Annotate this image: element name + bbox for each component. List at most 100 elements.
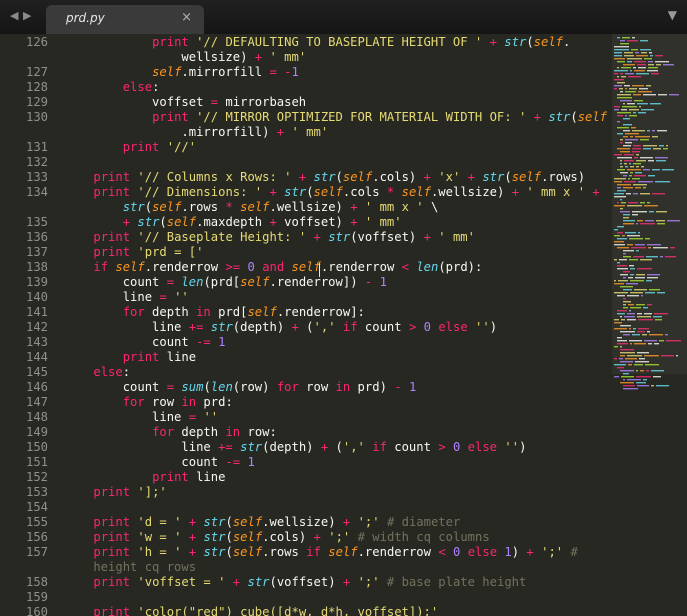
code-line[interactable]: print '// Dimensions: ' + str(self.cols … — [64, 185, 600, 200]
code-token: ) — [511, 545, 527, 559]
code-line[interactable]: for depth in row: — [64, 425, 277, 440]
code-token: ' mm x ' — [526, 185, 586, 199]
close-tab-icon[interactable]: × — [181, 10, 192, 25]
code-line[interactable]: height cq rows — [64, 560, 196, 575]
code-token: '' — [203, 410, 219, 424]
code-token: 0 — [247, 260, 255, 274]
code-token: if — [93, 260, 109, 274]
code-line[interactable]: else: — [64, 80, 160, 95]
code-line[interactable]: for depth in prd[self.renderrow]: — [64, 305, 365, 320]
code-token: self — [240, 275, 270, 289]
code-token: row — [144, 395, 182, 409]
code-line[interactable]: count = len(prd[self.renderrow]) - 1 — [64, 275, 387, 290]
code-line[interactable]: line += str(depth) + (',' if count > 0 e… — [64, 440, 526, 455]
code-token: for — [276, 380, 299, 394]
code-line[interactable]: print '// DEFAULTING TO BASEPLATE HEIGHT… — [64, 35, 570, 50]
code-line[interactable]: line += str(depth) + (',' if count > 0 e… — [64, 320, 497, 335]
code-line[interactable]: print '// MIRROR OPTIMIZED FOR MATERIAL … — [64, 110, 607, 125]
nav-back-icon[interactable]: ◀ — [10, 8, 18, 24]
code-area[interactable]: print '// DEFAULTING TO BASEPLATE HEIGHT… — [64, 34, 612, 616]
tab-prd-py[interactable]: prd.py × — [46, 5, 204, 34]
code-token: ( — [144, 200, 153, 214]
code-token: 'x' — [438, 170, 461, 184]
code-line[interactable]: print 'h = ' + str(self.rows if self.ren… — [64, 545, 577, 560]
code-line[interactable]: print line — [64, 350, 196, 365]
code-line[interactable]: wellsize) + ' mm' — [64, 50, 306, 65]
code-token: if — [306, 545, 321, 559]
code-line[interactable]: count -= 1 — [64, 455, 255, 470]
code-token: self — [232, 515, 263, 529]
code-token: print — [93, 185, 131, 199]
code-line[interactable]: print '];' — [64, 485, 167, 500]
code-token: + — [122, 215, 131, 229]
line-number: 136 — [25, 230, 48, 244]
code-token: row — [298, 380, 336, 394]
code-line[interactable]: else: — [64, 365, 130, 380]
code-token: else — [467, 545, 498, 559]
code-token: '// MIRROR OPTIMIZED FOR MATERIAL WIDTH … — [196, 110, 527, 124]
code-line[interactable]: count = sum(len(row) for row in prd) - 1 — [64, 380, 417, 395]
code-token: str — [240, 440, 263, 454]
code-token: + — [350, 200, 358, 214]
code-token: str — [284, 185, 307, 199]
nav-forward-icon[interactable]: ▶ — [23, 8, 31, 24]
code-token: + — [533, 110, 541, 124]
code-line[interactable]: print 'prd = [' — [64, 245, 203, 260]
minimap-viewport[interactable] — [612, 34, 687, 374]
line-number: 142 — [25, 320, 48, 334]
minimap-stroke — [621, 376, 634, 378]
code-line[interactable]: + str(self.maxdepth + voffset) + ' mm' — [64, 215, 402, 230]
code-token: print — [93, 230, 131, 244]
code-token: < — [438, 545, 446, 559]
code-line[interactable]: line = '' — [64, 290, 189, 305]
code-token: = — [159, 290, 167, 304]
code-token: ( — [298, 320, 314, 334]
code-line[interactable]: print '// Baseplate Height: ' + str(voff… — [64, 230, 475, 245]
code-line[interactable]: print 'w = ' + str(self.cols) + ';' # wi… — [64, 530, 489, 545]
code-token: ( — [570, 110, 578, 124]
code-token: len — [181, 275, 204, 289]
code-line[interactable]: .mirrorfill) + ' mm' — [64, 125, 328, 140]
code-line[interactable]: for row in prd: — [64, 395, 233, 410]
code-editor[interactable]: 126 127 128 129 130 131 132 133 134 135 136 137 138 1… — [0, 34, 612, 616]
code-token: + — [592, 185, 600, 199]
code-line[interactable]: print '//' — [64, 140, 196, 155]
line-number: 130 — [25, 110, 48, 124]
code-token: ',' — [342, 440, 365, 454]
line-number: 128 — [25, 80, 48, 94]
code-token: 1 — [247, 455, 255, 469]
code-token: prd[ — [210, 305, 248, 319]
code-line[interactable]: count -= 1 — [64, 335, 225, 350]
code-token: height cq rows — [64, 560, 197, 574]
line-number: 137 — [25, 245, 48, 259]
code-line[interactable]: print 'd = ' + str(self.wellsize) + ';' … — [64, 515, 460, 530]
code-line[interactable]: print 'color("red") cube([d*w, d*h, voff… — [64, 605, 438, 616]
line-number: 160 — [25, 605, 48, 616]
code-line[interactable]: print line — [64, 470, 225, 485]
tab-menu-chevron-icon[interactable]: ▼ — [668, 8, 677, 22]
code-token: in — [181, 395, 197, 409]
code-token: 'h = ' — [137, 545, 182, 559]
code-line[interactable]: print '// Columns x Rows: ' + str(self.c… — [64, 170, 585, 185]
minimap-stroke — [651, 385, 654, 387]
code-line[interactable]: if self.renderrow >= 0 and self.renderro… — [64, 260, 482, 275]
code-line[interactable]: line = '' — [64, 410, 218, 425]
code-line[interactable]: print 'voffset = ' + str(voffset) + ';' … — [64, 575, 526, 590]
minimap[interactable] — [612, 34, 687, 616]
code-token: ';' — [541, 545, 564, 559]
code-token: '];' — [137, 485, 167, 499]
code-line[interactable]: voffset = mirrorbaseh — [64, 95, 306, 110]
code-token: 'color("red") cube([d*w, d*h, voffset]);… — [137, 605, 439, 616]
code-token: '' — [174, 290, 189, 304]
code-token: print — [152, 110, 189, 124]
code-line[interactable]: self.mirrorfill = -1 — [64, 65, 299, 80]
code-line[interactable]: str(self.rows * self.wellsize) + ' mm x … — [64, 200, 439, 215]
code-token: ( — [225, 515, 233, 529]
line-number — [0, 560, 48, 575]
